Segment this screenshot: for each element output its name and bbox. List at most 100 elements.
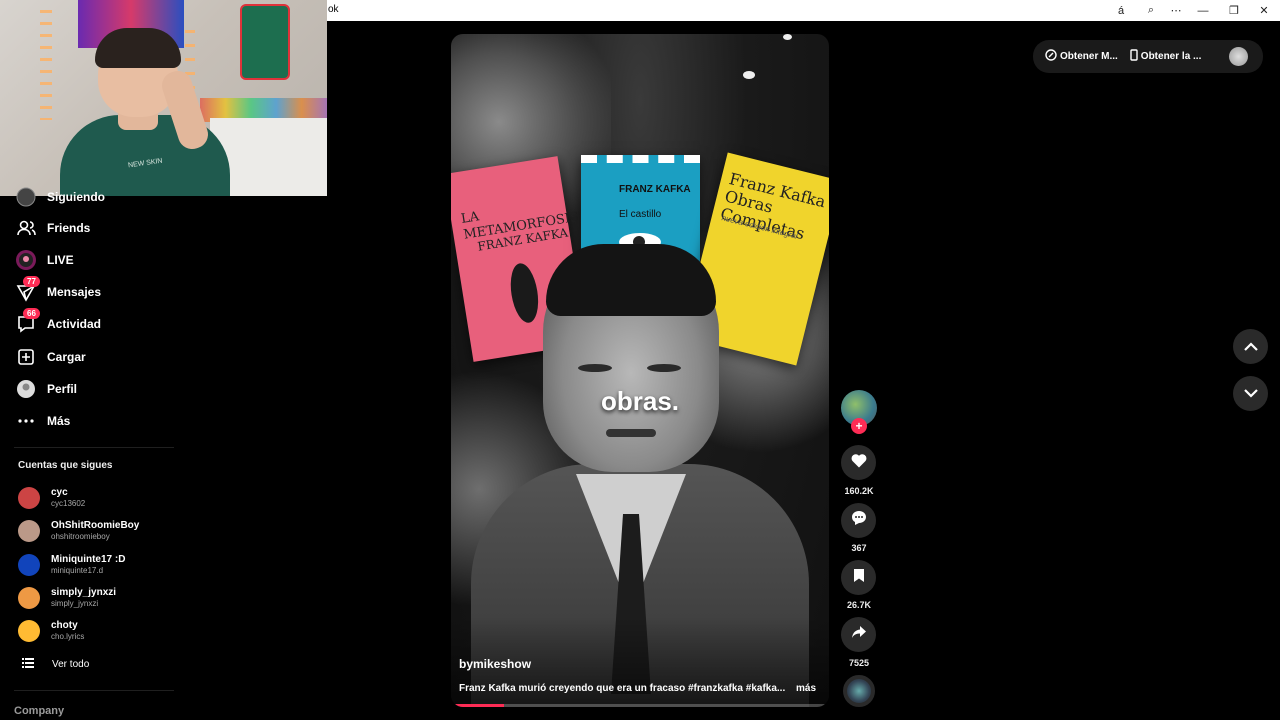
account-username: ohshitroomieboy [51, 532, 110, 541]
sidebar-item-label: Perfil [47, 382, 78, 396]
video-progress-bar[interactable] [451, 704, 829, 707]
messages-badge: 77 [23, 276, 40, 287]
light-spot [783, 34, 792, 40]
sidebar-item-messages[interactable]: 77 Mensajes [14, 276, 102, 305]
share-button[interactable] [841, 617, 876, 652]
portrait-mustache [606, 429, 656, 437]
list-icon [22, 658, 34, 671]
bookmark-icon [853, 568, 865, 588]
avatar [18, 487, 40, 509]
video-author[interactable]: bymikeshow [459, 657, 531, 671]
window-title: ok [328, 4, 339, 15]
user-avatar[interactable] [1229, 47, 1248, 66]
get-app-label: Obtener la ... [1140, 51, 1202, 62]
sidebar-item-label: Cargar [47, 350, 86, 364]
live-icon [14, 248, 38, 272]
see-all-link[interactable]: Ver todo [22, 658, 89, 671]
more-options-icon[interactable]: ⋯ [1163, 2, 1189, 19]
account-name: cyc [51, 487, 68, 498]
sidebar-item-following[interactable]: Siguiendo [14, 184, 105, 210]
light-spot [743, 71, 755, 79]
chevron-down-icon [1243, 385, 1258, 403]
minimize-button[interactable]: — [1190, 2, 1216, 19]
account-username: cyc13602 [51, 499, 86, 508]
coin-icon [1045, 49, 1057, 64]
sidebar-item-label: LIVE [47, 253, 74, 267]
streamer-hair [95, 28, 181, 68]
get-app-button[interactable]: Obtener la ... [1130, 49, 1202, 64]
comment-count: 367 [851, 543, 867, 553]
sidebar-item-live[interactable]: LIVE [14, 247, 74, 273]
followed-account[interactable]: cyc cyc13602 [18, 484, 85, 512]
avatar [18, 587, 40, 609]
more-icon [14, 409, 38, 433]
translate-icon[interactable]: á [1108, 2, 1134, 19]
sidebar-item-activity[interactable]: 66 Actividad [14, 308, 102, 337]
share-count: 7525 [848, 658, 870, 668]
description-text: Franz Kafka murió creyendo que era un fr… [459, 683, 786, 694]
music-disc[interactable] [843, 675, 875, 707]
friends-icon [14, 216, 38, 240]
following-section-title: Cuentas que sigues [18, 460, 113, 471]
phone-icon [1130, 49, 1138, 64]
zoom-icon[interactable]: ⌕ [1138, 2, 1164, 19]
sidebar-item-friends[interactable]: Friends [14, 215, 90, 241]
video-player[interactable]: LA METAMORFOSIS FRANZ KAFKA FRANZ KAFKA … [451, 34, 829, 707]
close-button[interactable]: ✕ [1251, 2, 1277, 19]
video-progress-fill [451, 704, 504, 707]
see-all-label: Ver todo [52, 659, 90, 670]
followed-account[interactable]: simply_jynxzi simply_jynxzi [18, 584, 116, 612]
account-name: simply_jynxzi [51, 587, 117, 598]
account-name: Miniquinte17 :D [51, 554, 126, 565]
book-author: FRANZ KAFKA [619, 184, 691, 195]
activity-icon: 66 [14, 308, 40, 336]
sidebar: Siguiendo Friends LIVE 77 Mensajes 66 Ac… [0, 187, 185, 720]
followed-account[interactable]: choty cho.lyrics [18, 617, 84, 645]
sidebar-item-upload[interactable]: Cargar [14, 344, 86, 370]
restore-button[interactable]: ❐ [1221, 2, 1247, 19]
sidebar-divider [14, 447, 174, 448]
like-count: 160.2K [844, 486, 874, 496]
account-name: choty [51, 620, 78, 631]
webcam-overlay: NEW SKIN [0, 0, 327, 196]
portrait-eye [578, 364, 612, 372]
share-icon [851, 625, 867, 644]
get-coins-button[interactable]: Obtener M... [1045, 49, 1118, 64]
messages-icon: 77 [14, 276, 40, 304]
activity-badge: 66 [23, 308, 40, 319]
portrait-hair [546, 244, 716, 316]
sidebar-item-label: Siguiendo [47, 190, 105, 204]
sidebar-divider [14, 690, 174, 691]
follow-plus-button[interactable]: + [851, 418, 867, 434]
previous-video-button[interactable] [1233, 329, 1268, 364]
sidebar-item-label: Actividad [47, 317, 102, 331]
chevron-up-icon [1243, 338, 1258, 356]
account-name: OhShitRoomieBoy [51, 520, 140, 531]
next-video-button[interactable] [1233, 376, 1268, 411]
top-actions-bar: Obtener M... Obtener la ... [1033, 40, 1263, 73]
profile-avatar-icon [14, 377, 38, 401]
save-count: 26.7K [846, 600, 872, 610]
more-link[interactable]: más [796, 683, 816, 694]
sidebar-item-profile[interactable]: Perfil [14, 376, 77, 402]
book-title: El castillo [619, 209, 662, 220]
portrait-eye [647, 364, 681, 372]
heart-icon [851, 453, 867, 473]
arcade-poster [240, 4, 290, 80]
sidebar-item-label: Mensajes [47, 285, 102, 299]
sidebar-item-more[interactable]: Más [14, 408, 70, 434]
comment-button[interactable] [841, 503, 876, 538]
followed-account[interactable]: OhShitRoomieBoy ohshitroomieboy [18, 517, 139, 545]
string-lights [40, 10, 52, 120]
account-username: simply_jynxzi [51, 599, 99, 608]
company-link[interactable]: Company [14, 705, 64, 717]
account-username: cho.lyrics [51, 632, 85, 641]
upload-icon [14, 345, 38, 369]
followed-account[interactable]: Miniquinte17 :D miniquinte17.d [18, 551, 125, 579]
account-username: miniquinte17.d [51, 566, 104, 575]
save-button[interactable] [841, 560, 876, 595]
avatar [18, 620, 40, 642]
comment-icon [851, 510, 867, 531]
book-title: Franz Kafka Obras Completas [718, 169, 828, 244]
like-button[interactable] [841, 445, 876, 480]
